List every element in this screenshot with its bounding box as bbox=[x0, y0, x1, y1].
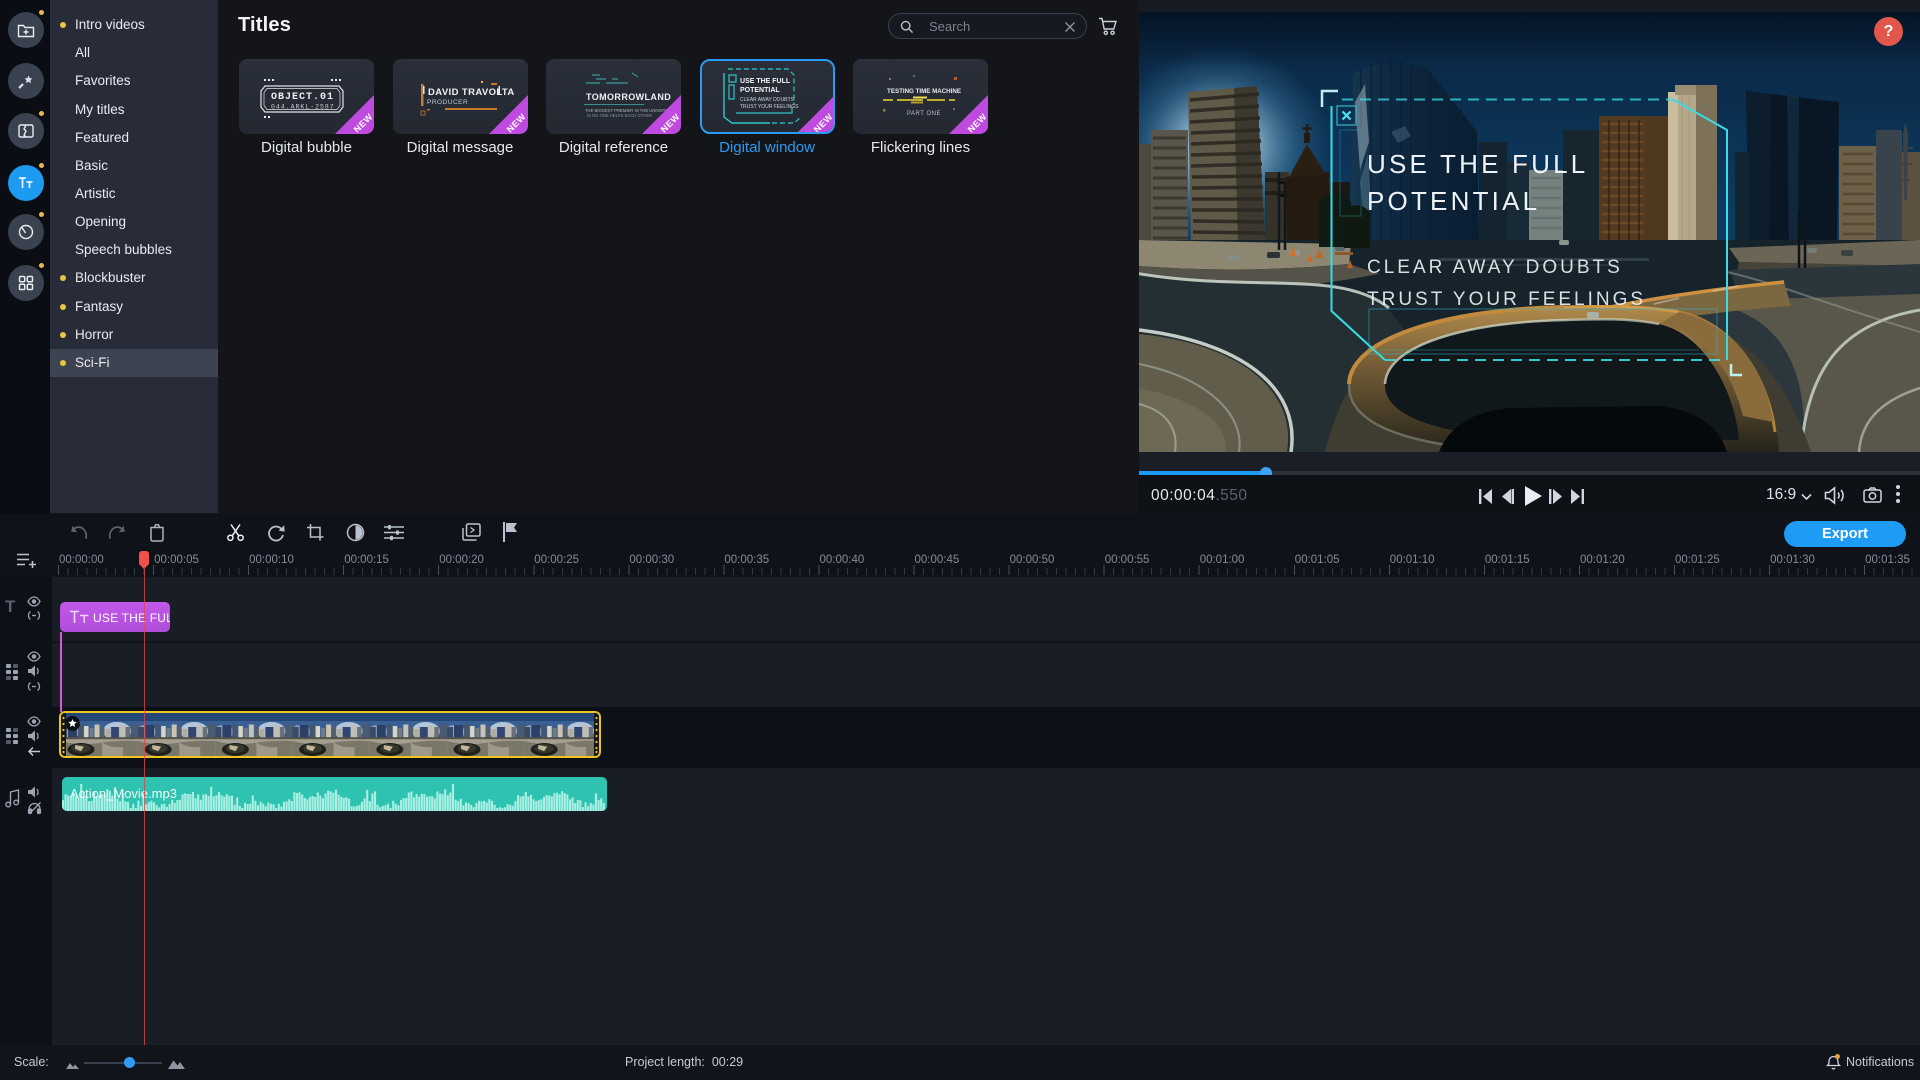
svg-text:USE THE FULL: USE THE FULL bbox=[1367, 149, 1588, 179]
svg-text:PRODUCER: PRODUCER bbox=[427, 99, 468, 106]
svg-text:TRUST YOUR FEELINGS: TRUST YOUR FEELINGS bbox=[1367, 289, 1646, 310]
svg-text:POTENTIAL: POTENTIAL bbox=[1367, 186, 1540, 216]
svg-text:PART ONE: PART ONE bbox=[907, 111, 941, 117]
svg-text:OBJECT.01: OBJECT.01 bbox=[271, 92, 334, 103]
svg-text:TESTING TIME MACHINE: TESTING TIME MACHINE bbox=[887, 88, 961, 95]
svg-text:CLEAR AWAY DOUBTS: CLEAR AWAY DOUBTS bbox=[1367, 257, 1623, 278]
svg-text:CLEAR AWAY DOUBTS: CLEAR AWAY DOUBTS bbox=[740, 97, 795, 103]
svg-text:USE THE FULL: USE THE FULL bbox=[740, 78, 791, 85]
svg-text:TRUST YOUR FEELINGS: TRUST YOUR FEELINGS bbox=[740, 104, 799, 110]
svg-text:044.ARKL-2587: 044.ARKL-2587 bbox=[271, 104, 335, 111]
svg-text:POTENTIAL: POTENTIAL bbox=[740, 87, 780, 94]
